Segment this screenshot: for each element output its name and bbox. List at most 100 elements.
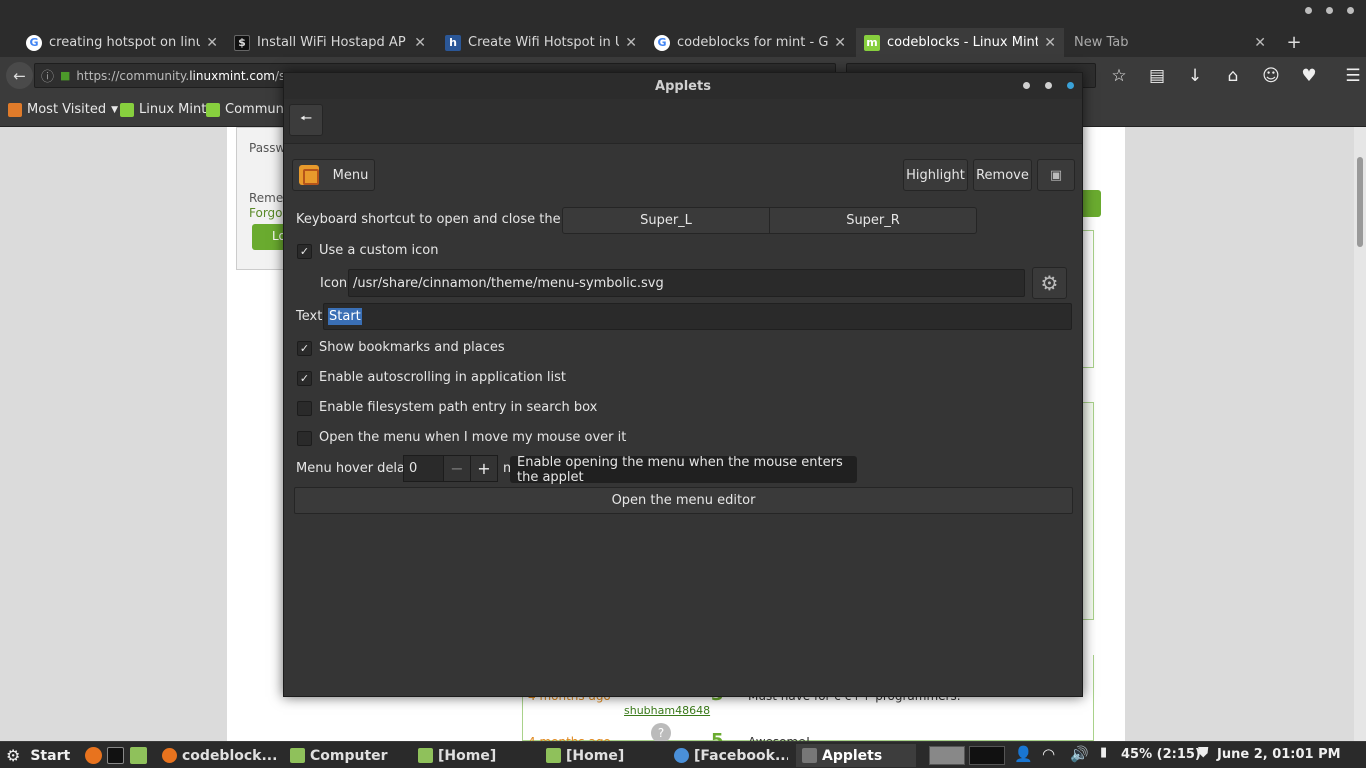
avatar: ? xyxy=(651,723,671,743)
files-launcher-icon[interactable] xyxy=(130,747,147,764)
dialog-titlebar[interactable]: Applets xyxy=(284,73,1082,99)
hamburger-menu-icon[interactable]: ☰ xyxy=(1342,65,1364,87)
smiley-icon[interactable]: ☺ xyxy=(1260,65,1282,87)
new-tab-button[interactable]: + xyxy=(1284,28,1304,57)
maximize-icon[interactable] xyxy=(1045,82,1052,89)
tab-codeblocks-google[interactable]: G codeblocks for mint - Go... ✕ xyxy=(646,28,854,57)
volume-icon[interactable]: 🔊 xyxy=(1070,745,1089,763)
shortcut-super-r[interactable]: Super_R xyxy=(769,207,977,234)
menu-editor-button[interactable]: Open the menu editor xyxy=(294,487,1073,514)
task-home[interactable]: [Home] xyxy=(412,744,532,767)
green-action-button[interactable] xyxy=(1083,190,1101,217)
tab-hotspot[interactable]: G creating hotspot on linux ... ✕ xyxy=(18,28,226,57)
custom-icon-checkbox[interactable]: ✓ xyxy=(297,244,312,259)
tab-wifi-hotspot[interactable]: h Create Wifi Hotspot in Ub... ✕ xyxy=(437,28,645,57)
password-label: Passw xyxy=(249,141,286,155)
minimize-icon[interactable] xyxy=(1023,82,1030,89)
wifi-icon[interactable]: ◠ xyxy=(1042,745,1055,763)
text-label: Text xyxy=(296,309,323,324)
tab-close-icon[interactable]: ✕ xyxy=(414,35,426,51)
task-facebook[interactable]: [Facebook... xyxy=(668,744,788,767)
remove-button[interactable]: Remove xyxy=(973,159,1032,191)
reading-list-icon[interactable]: ▤ xyxy=(1146,65,1168,87)
bookmarks-checkbox[interactable]: ✓ xyxy=(297,341,312,356)
task-applets[interactable]: Applets xyxy=(796,744,916,767)
applet-config-button[interactable]: ▣ xyxy=(1037,159,1075,191)
option-label: Open the menu when I move my mouse over … xyxy=(319,430,627,445)
icon-chooser-button[interactable]: ⚙ xyxy=(1032,267,1067,299)
tab-codeblocks-mint[interactable]: m codeblocks - Linux Mint C... ✕ xyxy=(856,28,1064,57)
text-field[interactable]: Start xyxy=(323,303,1072,330)
bookmark-star-icon[interactable]: ☆ xyxy=(1108,65,1130,87)
scrollbar-thumb[interactable] xyxy=(1357,157,1363,247)
terminal-icon: $ xyxy=(234,34,250,51)
increment-button[interactable]: + xyxy=(470,455,498,482)
filesystem-path-checkbox[interactable] xyxy=(297,401,312,416)
start-menu-button[interactable]: ⚙ Start xyxy=(6,746,70,765)
battery-icon[interactable]: ▮ xyxy=(1100,745,1107,760)
login-button[interactable]: Lo xyxy=(252,224,286,250)
workspace-1[interactable] xyxy=(929,746,965,765)
clock[interactable]: June 2, 01:01 PM xyxy=(1217,747,1341,762)
google-icon: G xyxy=(654,34,670,51)
page-scrollbar[interactable] xyxy=(1354,127,1366,741)
battery-status[interactable]: 45% (2:15) xyxy=(1121,747,1201,762)
icon-label: Icon xyxy=(320,276,348,291)
tab-close-icon[interactable]: ✕ xyxy=(206,35,218,51)
autoscroll-checkbox[interactable]: ✓ xyxy=(297,371,312,386)
comment-user-link[interactable]: shubham48648 xyxy=(624,704,710,717)
minimize-icon[interactable] xyxy=(1305,7,1312,14)
green-panel xyxy=(1083,230,1094,368)
download-icon[interactable]: ↓ xyxy=(1184,65,1206,87)
applet-menu-button[interactable]: Menu xyxy=(292,159,375,191)
task-home[interactable]: [Home] xyxy=(540,744,660,767)
taskbar-panel: ⚙ Start codeblock... Computer [Home] [Ho… xyxy=(0,741,1366,768)
firefox-launcher-icon[interactable] xyxy=(85,747,102,764)
folder-icon xyxy=(546,748,561,763)
pocket-icon[interactable]: ♥ xyxy=(1298,65,1320,87)
tab-hostapd[interactable]: $ Install WiFi Hostapd AP - ... ✕ xyxy=(226,28,434,57)
tooltip: Enable opening the menu when the mouse e… xyxy=(510,455,857,485)
google-icon: G xyxy=(26,34,42,51)
back-button[interactable]: 🠔 xyxy=(289,104,323,136)
task-codeblocks[interactable]: codeblock... xyxy=(156,744,276,767)
custom-icon-label: Use a custom icon xyxy=(319,243,439,258)
shortcut-label: Keyboard shortcut to open and close the … xyxy=(296,212,602,227)
highlight-button[interactable]: Highlight xyxy=(903,159,968,191)
bookmark-most-visited[interactable]: Most Visited ▼ xyxy=(8,102,118,117)
tab-close-icon[interactable]: ✕ xyxy=(625,35,637,51)
tab-close-icon[interactable]: ✕ xyxy=(834,35,846,51)
applets-dialog: Applets 🠔 Menu Highlight Remove ▣ Keyboa… xyxy=(283,72,1083,697)
mint-icon xyxy=(206,102,220,117)
close-icon[interactable] xyxy=(1067,82,1074,89)
browser-titlebar xyxy=(0,0,1366,28)
shield-icon[interactable]: ⛊ xyxy=(1198,745,1209,761)
url-text: https://community.linuxmint.com/so xyxy=(76,68,292,83)
hover-open-checkbox[interactable] xyxy=(297,431,312,446)
tab-close-icon[interactable]: ✕ xyxy=(1044,35,1056,51)
back-arrow-icon[interactable]: ← xyxy=(6,62,33,89)
info-icon[interactable]: ⓘ xyxy=(41,66,54,85)
tab-close-icon[interactable]: ✕ xyxy=(1254,35,1266,51)
close-icon[interactable] xyxy=(1347,7,1354,14)
bookmark-linux-mint[interactable]: Linux Mint xyxy=(120,102,206,117)
forgot-link[interactable]: Forgo xyxy=(249,206,283,220)
workspace-2[interactable] xyxy=(969,746,1005,765)
firefox-icon xyxy=(162,748,177,763)
maximize-icon[interactable] xyxy=(1326,7,1333,14)
icon-path-field[interactable]: /usr/share/cinnamon/theme/menu-symbolic.… xyxy=(348,269,1025,297)
mint-icon xyxy=(120,102,134,117)
terminal-launcher-icon[interactable] xyxy=(107,747,124,764)
window-controls[interactable] xyxy=(1305,7,1354,14)
hover-delay-input[interactable]: 0 xyxy=(403,455,444,482)
tab-bar: G creating hotspot on linux ... ✕ $ Inst… xyxy=(0,28,1366,57)
home-icon[interactable]: ⌂ xyxy=(1222,65,1244,87)
option-label: Enable autoscrolling in application list xyxy=(319,370,566,385)
task-computer[interactable]: Computer xyxy=(284,744,404,767)
user-icon[interactable]: 👤 xyxy=(1014,745,1033,763)
tab-new[interactable]: New Tab ✕ xyxy=(1066,28,1274,57)
gear-icon: ⚙ xyxy=(1040,271,1059,295)
shortcut-super-l[interactable]: Super_L xyxy=(562,207,770,234)
decrement-button[interactable]: − xyxy=(443,455,471,482)
back-arrow-icon: 🠔 xyxy=(299,111,313,127)
